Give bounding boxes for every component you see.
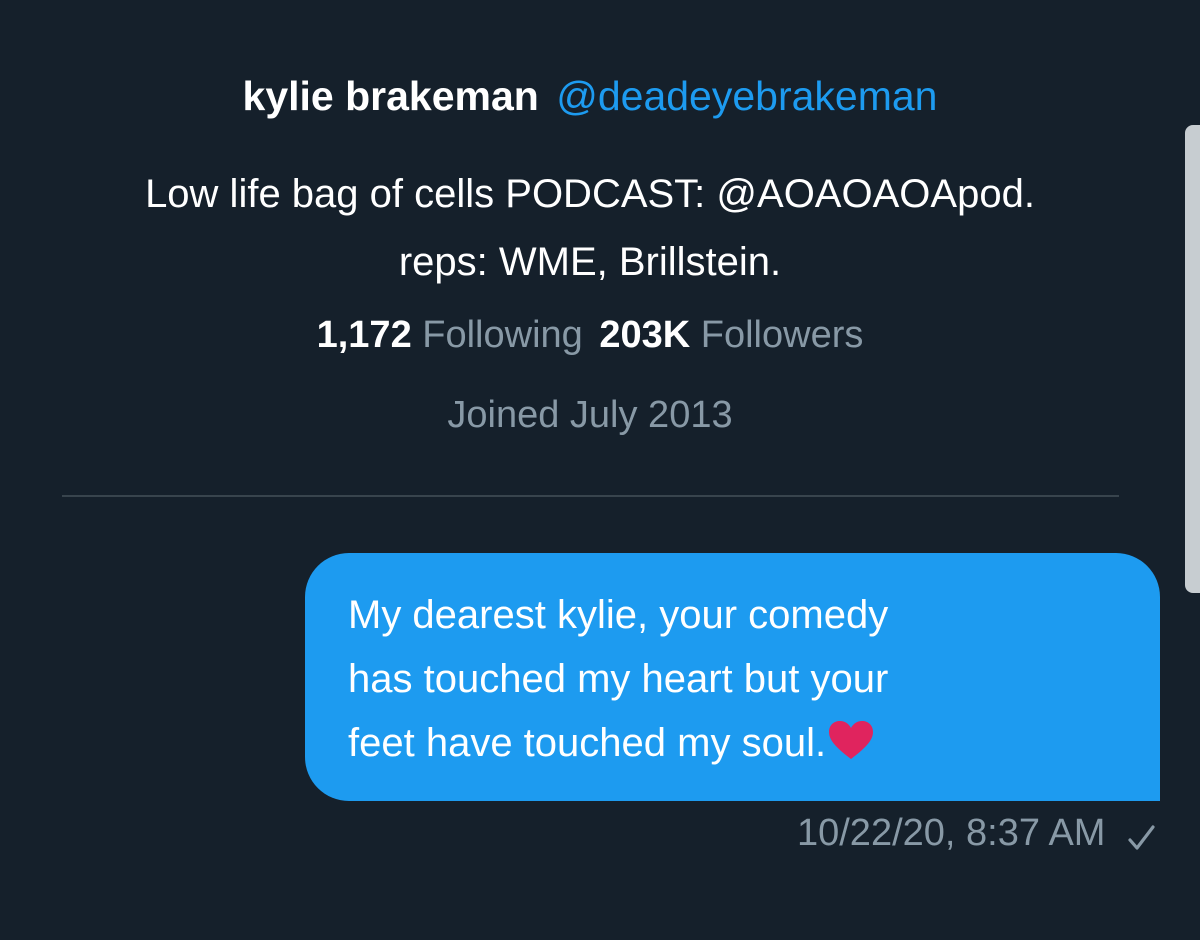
joined-date: Joined July 2013 xyxy=(447,394,733,436)
following-count: 1,172 xyxy=(316,314,412,356)
followers-label: Followers xyxy=(700,314,864,356)
message-line: My dearest kylie, your comedy xyxy=(348,593,889,637)
message-line-text: feet have touched my soul. xyxy=(348,721,827,765)
message-timestamp: 10/22/20, 8:37 AM xyxy=(796,812,1106,854)
profile-bio: Low life bag of cells PODCAST: @AOAOAOAp… xyxy=(0,160,1180,296)
heart-emoji-icon xyxy=(828,715,874,779)
user-handle[interactable]: @deadeyebrakeman xyxy=(556,73,937,119)
following-link[interactable]: 1,172 Following xyxy=(317,314,594,356)
message-text: My dearest kylie, your comedy has touche… xyxy=(348,583,1120,779)
message-bubble[interactable]: My dearest kylie, your comedy has touche… xyxy=(305,553,1160,801)
message-meta: 10/22/20, 8:37 AM xyxy=(797,808,1156,866)
following-label: Following xyxy=(422,314,583,356)
scrollbar-thumb[interactable] xyxy=(1185,125,1200,593)
divider xyxy=(62,495,1119,497)
bio-line: Low life bag of cells PODCAST: @AOAOAOAp… xyxy=(145,172,1035,216)
message-line: has touched my heart but your xyxy=(348,657,889,701)
profile-stats: 1,172 Following 203K Followers xyxy=(0,310,1180,360)
display-name[interactable]: kylie brakeman xyxy=(243,73,539,119)
followers-count: 203K xyxy=(599,314,691,356)
profile-name-line: kylie brakeman @deadeyebrakeman xyxy=(0,70,1180,122)
message-line: feet have touched my soul. xyxy=(348,711,1120,779)
bio-line: reps: WME, Brillstein. xyxy=(398,240,782,284)
checkmark-icon xyxy=(1126,816,1156,866)
followers-link[interactable]: 203K Followers xyxy=(599,314,863,356)
